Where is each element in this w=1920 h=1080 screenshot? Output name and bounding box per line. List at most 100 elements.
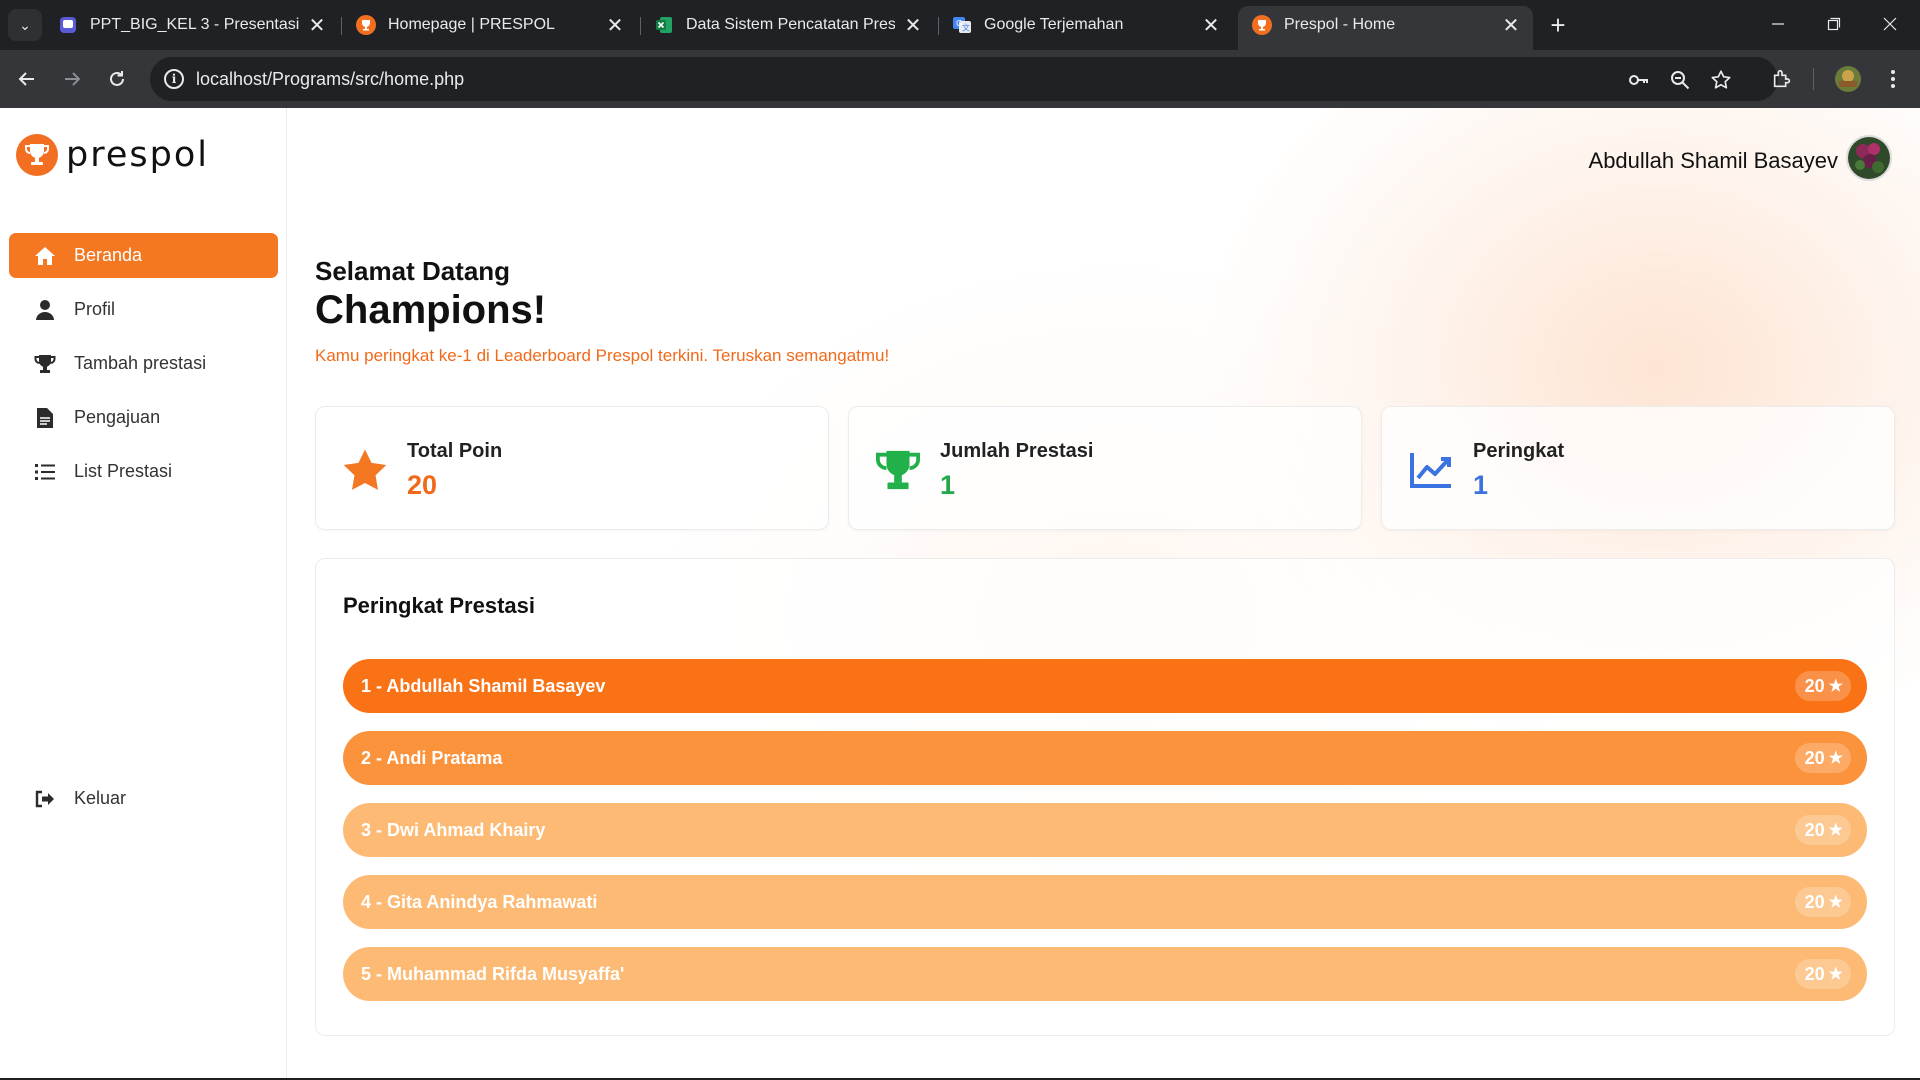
close-icon xyxy=(1883,17,1897,31)
home-icon xyxy=(34,245,56,267)
leaderboard-row[interactable]: 5 - Muhammad Rifda Musyaffa' 20 ★ xyxy=(343,947,1867,1001)
google-translate-icon: G文 xyxy=(952,15,972,35)
leaderboard-row-label: 4 - Gita Anindya Rahmawati xyxy=(361,891,598,912)
sidebar-item-profil[interactable]: Profil xyxy=(9,287,278,332)
points-value: 20 xyxy=(1804,747,1825,768)
star-icon: ★ xyxy=(1828,678,1843,695)
close-icon[interactable]: ✕ xyxy=(903,13,923,38)
star-icon: ★ xyxy=(1828,822,1843,839)
leaderboard-row[interactable]: 1 - Abdullah Shamil Basayev 20 ★ xyxy=(343,659,1867,713)
bookmark-star-icon[interactable] xyxy=(1708,67,1734,93)
list-icon xyxy=(34,461,56,483)
tab-title: PPT_BIG_KEL 3 - Presentasi xyxy=(90,16,299,33)
excel-icon xyxy=(654,15,674,35)
sidebar-item-label: Pengajuan xyxy=(74,407,161,427)
sidebar-item-label: Tambah prestasi xyxy=(74,353,207,373)
sidebar-item-pengajuan[interactable]: Pengajuan xyxy=(9,395,278,440)
reload-icon xyxy=(110,71,124,86)
close-icon[interactable]: ✕ xyxy=(605,13,625,38)
welcome-heading: Selamat Datang xyxy=(315,256,511,286)
leaderboard-row[interactable]: 4 - Gita Anindya Rahmawati 20 ★ xyxy=(343,875,1867,929)
points-value: 20 xyxy=(1804,675,1825,696)
points-badge: 20 ★ xyxy=(1794,815,1851,845)
site-info-icon[interactable]: i xyxy=(164,69,184,89)
arrow-right-icon xyxy=(65,72,81,86)
tab-presentasi[interactable]: PPT_BIG_KEL 3 - Presentasi ✕ xyxy=(44,7,339,43)
close-icon[interactable]: ✕ xyxy=(1501,13,1521,38)
browser-toolbar: i localhost/Programs/src/home.php xyxy=(0,50,1920,108)
browser-menu-icon[interactable] xyxy=(1877,63,1909,95)
stat-value: 20 xyxy=(407,470,438,500)
logout-label: Keluar xyxy=(74,788,127,808)
tab-data-sistem[interactable]: Data Sistem Pencatatan Prestasi ✕ xyxy=(640,7,935,43)
stat-card-jumlah-prestasi: Jumlah Prestasi 1 xyxy=(848,406,1362,530)
welcome-subtitle: Kamu peringkat ke-1 di Leaderboard Presp… xyxy=(315,346,890,365)
points-badge: 20 ★ xyxy=(1794,959,1851,989)
restore-icon xyxy=(1827,17,1841,31)
profile-avatar-icon[interactable] xyxy=(1832,63,1864,95)
leaderboard-row[interactable]: 3 - Dwi Ahmad Khairy 20 ★ xyxy=(343,803,1867,857)
leaderboard-row-label: 2 - Andi Pratama xyxy=(361,747,503,768)
logout-button[interactable]: Keluar xyxy=(9,776,278,821)
forward-button[interactable] xyxy=(56,63,88,95)
prespol-favicon xyxy=(356,15,376,35)
extensions-icon[interactable] xyxy=(1766,63,1798,95)
avatar[interactable] xyxy=(1846,135,1892,181)
sidebar-item-beranda[interactable]: Beranda xyxy=(9,233,278,278)
stat-card-total-poin: Total Poin 20 xyxy=(315,406,829,530)
tab-title: Data Sistem Pencatatan Prestasi xyxy=(686,16,895,33)
sidebar-item-list-prestasi[interactable]: List Prestasi xyxy=(9,449,278,494)
new-tab-button[interactable]: + xyxy=(1542,9,1574,41)
leaderboard-row-label: 1 - Abdullah Shamil Basayev xyxy=(361,675,606,696)
stat-card-peringkat: Peringkat 1 xyxy=(1381,406,1895,530)
points-value: 20 xyxy=(1804,963,1825,984)
toolbar-divider xyxy=(1813,68,1814,90)
url-text[interactable]: localhost/Programs/src/home.php xyxy=(196,69,464,90)
header-user-name[interactable]: Abdullah Shamil Basayev xyxy=(1589,148,1838,174)
leaderboard-title: Peringkat Prestasi xyxy=(343,593,535,618)
page-content: prespol Beranda Profil Tambah prestasi P… xyxy=(0,108,1920,1078)
sign-out-icon xyxy=(34,788,56,810)
close-icon[interactable]: ✕ xyxy=(307,13,327,38)
window-close-button[interactable] xyxy=(1862,0,1918,48)
star-icon: ★ xyxy=(1828,894,1843,911)
trophy-icon xyxy=(34,353,56,375)
leaderboard-card: Peringkat Prestasi 1 - Abdullah Shamil B… xyxy=(315,558,1895,1036)
tab-title: Homepage | PRESPOL xyxy=(388,16,555,33)
logo-text: prespol xyxy=(66,135,209,175)
stat-label: Total Poin xyxy=(407,440,503,462)
reload-button[interactable] xyxy=(101,63,133,95)
user-icon xyxy=(34,299,56,321)
arrow-left-icon xyxy=(18,72,34,86)
tab-google-translate[interactable]: G文 Google Terjemahan ✕ xyxy=(938,7,1233,43)
tab-search-button[interactable]: ⌄ xyxy=(8,9,42,41)
stat-value: 1 xyxy=(940,470,956,500)
points-value: 20 xyxy=(1804,819,1825,840)
stat-value: 1 xyxy=(1473,470,1489,500)
tab-prespol-home[interactable]: Prespol - Home ✕ xyxy=(1238,6,1533,50)
star-icon: ★ xyxy=(1828,750,1843,767)
zoom-icon[interactable] xyxy=(1667,67,1693,93)
address-bar[interactable]: i localhost/Programs/src/home.php xyxy=(150,57,1778,101)
svg-text:文: 文 xyxy=(962,23,970,33)
close-icon[interactable]: ✕ xyxy=(1201,13,1221,38)
sidebar: prespol Beranda Profil Tambah prestasi P… xyxy=(0,108,287,1078)
app-logo[interactable]: prespol xyxy=(16,134,209,176)
points-badge: 20 ★ xyxy=(1794,743,1851,773)
document-icon xyxy=(34,407,56,429)
tab-strip: ⌄ PPT_BIG_KEL 3 - Presentasi ✕ Homepage … xyxy=(0,0,1920,50)
sidebar-item-label: List Prestasi xyxy=(74,461,173,481)
tab-homepage-prespol[interactable]: Homepage | PRESPOL ✕ xyxy=(342,7,637,43)
minimize-icon xyxy=(1772,23,1784,25)
sidebar-item-label: Beranda xyxy=(74,245,143,265)
prespol-favicon xyxy=(1252,15,1272,35)
back-button[interactable] xyxy=(11,63,43,95)
sidebar-item-tambah-prestasi[interactable]: Tambah prestasi xyxy=(9,341,278,386)
main-content: Abdullah Shamil Basayev Selamat Datang C… xyxy=(288,108,1920,1078)
password-key-icon[interactable] xyxy=(1626,67,1652,93)
minimize-button[interactable] xyxy=(1750,0,1806,48)
leaderboard-row[interactable]: 2 - Andi Pratama 20 ★ xyxy=(343,731,1867,785)
presentation-app-icon xyxy=(58,15,78,35)
restore-button[interactable] xyxy=(1806,0,1862,48)
tab-title: Prespol - Home xyxy=(1284,16,1396,33)
